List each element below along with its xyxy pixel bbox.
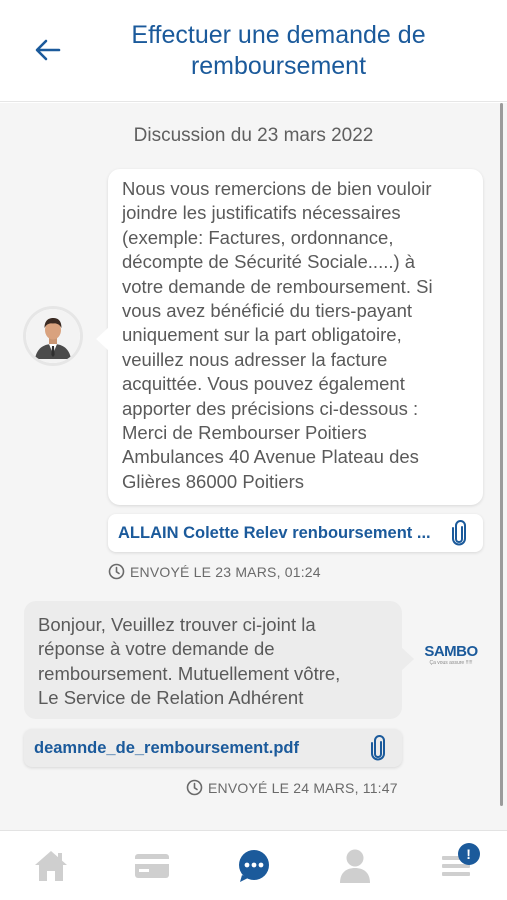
message-line: décompte de Sécurité Sociale.....) à (122, 251, 416, 273)
sent-status: ENVOYÉ LE 23 MARS, 01:24 (108, 563, 321, 580)
message-line: remboursement. Mutuellement vôtre, (38, 662, 341, 684)
message-line: Bonjour, Veuillez trouver ci-joint la (38, 614, 316, 635)
message-line: Le Service de Relation Adhérent (38, 687, 304, 709)
attachment-link-pdf[interactable]: deamnde_de_remboursement.pdf (24, 729, 402, 767)
message-line: Merci de Rembourser Poitiers (122, 422, 367, 444)
arrow-left-icon (35, 39, 61, 61)
message-line: (exemple: Factures, ordonnance, (122, 226, 394, 248)
tab-card[interactable] (101, 831, 202, 900)
sambo-logo: SAMBO Ça vous assure !!!!! (422, 643, 480, 679)
message-line: apporter des précisions ci-dessous : (122, 397, 419, 419)
conversation-area[interactable]: Discussion du 23 mars 2022 Nous vous rem… (0, 103, 507, 830)
tab-profile[interactable] (304, 831, 405, 900)
incoming-message-bubble: Nous vous remercions de bien vouloir joi… (96, 169, 483, 505)
discussion-date: Discussion du 23 mars 2022 (133, 125, 374, 146)
logo-brand: SAMBO (424, 643, 478, 660)
outgoing-message-bubble: Bonjour, Veuillez trouver ci-joint la ré… (24, 601, 414, 719)
notification-badge: ! (457, 843, 480, 865)
bottom-tab-bar: ! (0, 830, 507, 900)
message-line: Ambulances 40 Avenue Plateau des (122, 446, 419, 468)
message-line: Nous vous remercions de bien vouloir (122, 178, 432, 199)
message-line: uniquement sur la part obligatoire, (122, 324, 402, 346)
chat-icon (238, 849, 269, 882)
logo-tagline: Ça vous assure !!!!! (429, 660, 473, 666)
message-line: joindre les justificatifs nécessaires (122, 202, 401, 224)
clock-icon (186, 779, 203, 796)
paperclip-icon (368, 734, 388, 762)
app-header: Effectuer une demande de remboursement (0, 0, 507, 102)
sent-status-text: ENVOYÉ LE 24 MARS, 11:47 (208, 779, 398, 796)
sent-status: ENVOYÉ LE 24 MARS, 11:47 (186, 779, 398, 796)
tab-messages[interactable] (203, 831, 304, 900)
person-avatar-icon (26, 309, 80, 363)
clock-icon (108, 563, 125, 580)
home-icon (34, 850, 67, 881)
page-title: Effectuer une demande de remboursement (80, 20, 477, 82)
profile-icon (339, 849, 370, 883)
page-title-line-1: Effectuer une demande de (131, 21, 426, 49)
message-line: veuillez nous adresser la facture (122, 348, 388, 370)
attachment-filename[interactable]: deamnde_de_remboursement.pdf (34, 739, 368, 758)
attachment-filename[interactable]: ALLAIN Colette Relev renboursement ... (118, 524, 449, 543)
message-line: acquittée. Vous pouvez également (122, 373, 405, 395)
message-line: vous avez bénéficié du tiers-payant (122, 300, 413, 322)
page-title-line-2: remboursement (190, 52, 367, 80)
back-button[interactable] (30, 32, 66, 68)
advisor-avatar (26, 309, 80, 363)
scrollbar[interactable] (500, 103, 503, 806)
card-icon (135, 853, 170, 878)
sent-status-text: ENVOYÉ LE 23 MARS, 01:24 (130, 563, 321, 580)
paperclip-icon (449, 519, 469, 547)
tab-home[interactable] (0, 831, 101, 900)
message-line: réponse à votre demande de (38, 638, 275, 660)
attachment-link-releve[interactable]: ALLAIN Colette Relev renboursement ... (108, 514, 483, 552)
tab-menu[interactable]: ! (406, 831, 507, 900)
message-line: Glières 86000 Poitiers (122, 470, 305, 492)
message-line: votre demande de remboursement. Si (122, 275, 433, 297)
